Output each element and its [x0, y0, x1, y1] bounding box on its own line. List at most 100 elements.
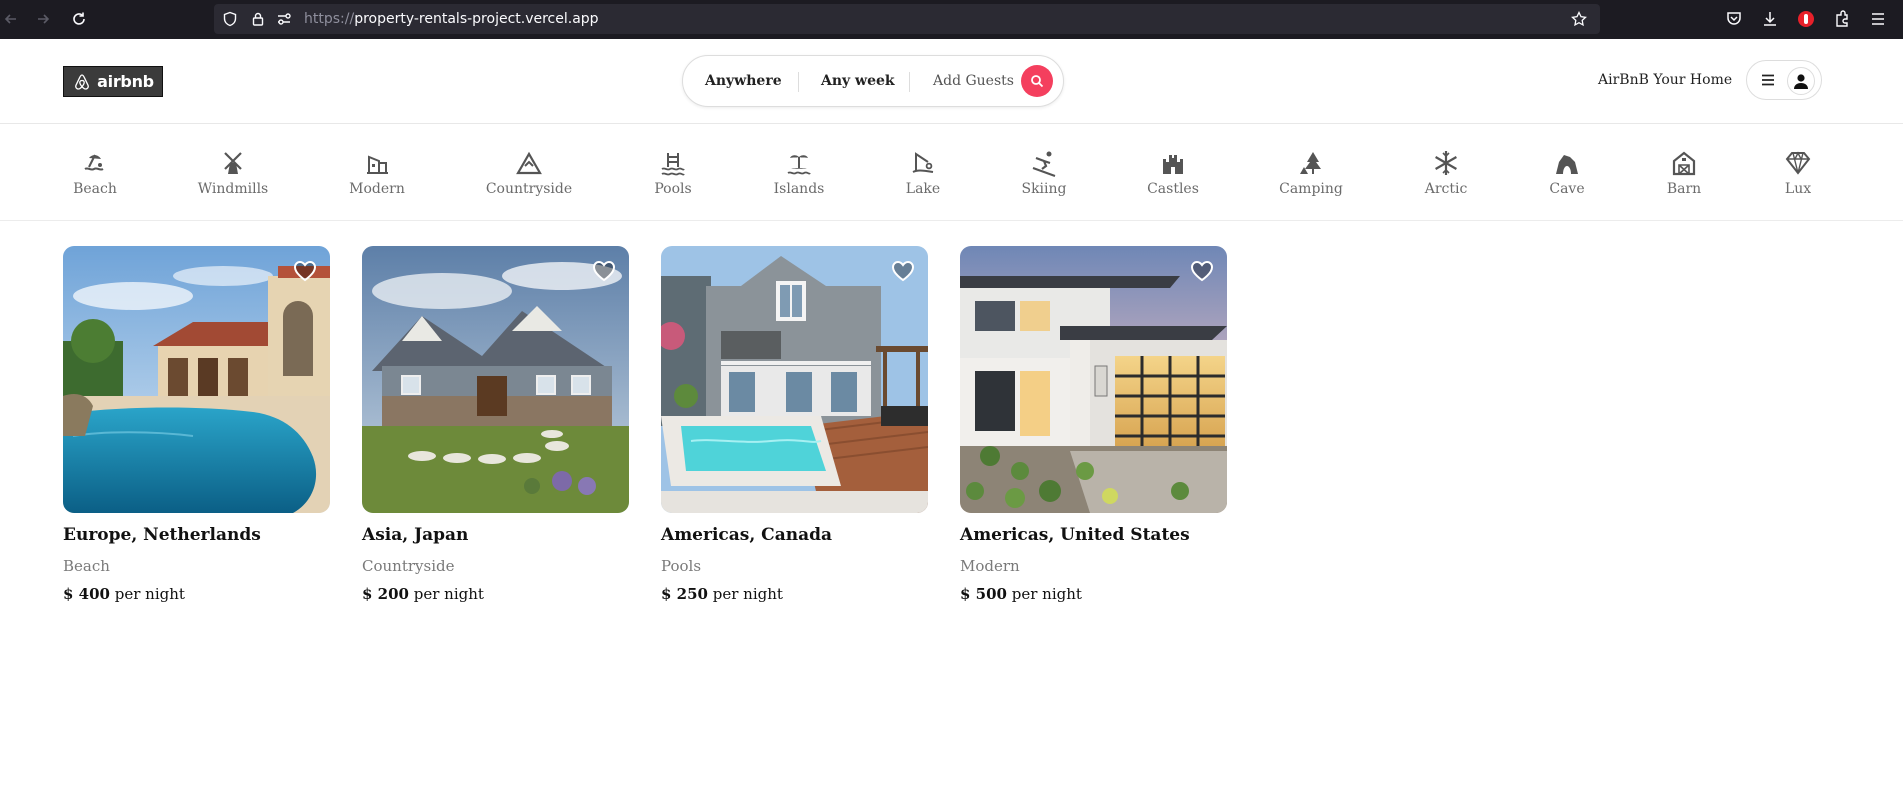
browser-toolbar: https://property-rentals-project.vercel.…: [0, 0, 1903, 39]
host-your-home-link[interactable]: AirBnB Your Home: [1598, 72, 1732, 88]
category-castles[interactable]: Castles: [1118, 149, 1228, 197]
category-label: Skiing: [1021, 181, 1067, 197]
url-text[interactable]: https://property-rentals-project.vercel.…: [304, 11, 599, 27]
airbnb-logo[interactable]: airbnb: [63, 66, 163, 97]
listing-category: Pools: [661, 557, 702, 575]
extension-red-icon[interactable]: [1796, 9, 1816, 29]
castle-icon: [1163, 155, 1183, 174]
search-button[interactable]: [1021, 65, 1053, 97]
category-label: Countryside: [485, 181, 573, 197]
favorite-heart-icon[interactable]: [591, 258, 617, 284]
search-anywhere[interactable]: Anywhere: [705, 73, 782, 89]
category-beach[interactable]: Beach: [40, 149, 150, 197]
category-label: Arctic: [1424, 181, 1468, 197]
listing-photo[interactable]: [661, 246, 928, 513]
listing-price: $ 400 per night: [63, 585, 330, 603]
category-countryside[interactable]: Countryside: [474, 149, 584, 197]
category-pools[interactable]: Pools: [618, 149, 728, 197]
listing-photo[interactable]: [362, 246, 629, 513]
listing-price: $ 500 per night: [960, 585, 1227, 603]
bookmark-star-icon[interactable]: [1571, 11, 1587, 27]
category-label: Castles: [1147, 181, 1199, 197]
price-amount: $ 250: [661, 585, 708, 603]
search-any-week[interactable]: Any week: [821, 73, 895, 89]
app-menu-icon[interactable]: [1868, 9, 1888, 29]
island-icon: [787, 155, 811, 175]
site-header: airbnb Anywhere Any week Add Guests AirB…: [0, 39, 1903, 124]
price-amount: $ 500: [960, 585, 1007, 603]
category-label: Lux: [1784, 181, 1812, 197]
reload-icon[interactable]: [68, 8, 90, 30]
modern-icon: [367, 155, 388, 174]
search-divider: [909, 72, 910, 92]
category-lux[interactable]: Lux: [1743, 149, 1853, 197]
pocket-icon[interactable]: [1724, 9, 1744, 29]
category-windmills[interactable]: Windmills: [178, 149, 288, 197]
forward-icon[interactable]: [32, 8, 54, 30]
villa-pool-photo: [63, 246, 330, 513]
listing-card[interactable]: Europe, Netherlands Beach $ 400 per nigh…: [63, 246, 330, 603]
category-lake[interactable]: Lake: [868, 149, 978, 197]
category-label: Barn: [1666, 181, 1702, 197]
ski-icon: [1032, 151, 1056, 177]
listing-title: Americas, Canada: [661, 525, 833, 545]
favorite-heart-icon[interactable]: [1189, 258, 1215, 284]
price-unit: per night: [114, 585, 185, 603]
listing-category: Countryside: [362, 557, 455, 575]
airbnb-mark-icon: [75, 73, 90, 90]
price-unit: per night: [1011, 585, 1082, 603]
extensions-icon[interactable]: [1832, 9, 1852, 29]
category-label: Beach: [73, 181, 117, 197]
beach-icon: [84, 154, 104, 171]
permissions-icon[interactable]: [276, 11, 292, 27]
cave-icon: [1556, 155, 1578, 174]
url-bar[interactable]: https://property-rentals-project.vercel.…: [214, 4, 1600, 34]
category-label: Islands: [773, 181, 825, 197]
category-label: Lake: [905, 181, 941, 197]
lock-icon[interactable]: [250, 11, 266, 27]
download-icon[interactable]: [1760, 9, 1780, 29]
url-prefix: https://: [304, 11, 355, 27]
listing-card[interactable]: Asia, Japan Countryside $ 200 per night: [362, 246, 629, 603]
back-icon[interactable]: [0, 8, 22, 30]
avatar: [1787, 67, 1815, 95]
lake-icon: [912, 152, 934, 173]
category-skiing[interactable]: Skiing: [989, 149, 1099, 197]
search-bar[interactable]: Anywhere Any week Add Guests: [682, 55, 1064, 107]
tree-icon: [1300, 152, 1321, 174]
listing-title: Americas, United States: [960, 525, 1190, 545]
barn-icon: [1672, 151, 1696, 176]
category-camping[interactable]: Camping: [1256, 149, 1366, 197]
listing-photo[interactable]: [960, 246, 1227, 513]
listing-title: Asia, Japan: [362, 525, 469, 545]
listing-card[interactable]: Americas, United States Modern $ 500 per…: [960, 246, 1227, 603]
listing-photo[interactable]: [63, 246, 330, 513]
category-arctic[interactable]: Arctic: [1391, 149, 1501, 197]
price-amount: $ 400: [63, 585, 110, 603]
favorite-heart-icon[interactable]: [292, 258, 318, 284]
windmill-icon: [224, 152, 242, 174]
price-unit: per night: [413, 585, 484, 603]
listing-card[interactable]: Americas, Canada Pools $ 250 per night: [661, 246, 928, 603]
category-bar: Beach Windmills Modern Countryside Pools…: [0, 125, 1903, 221]
category-barn[interactable]: Barn: [1629, 149, 1739, 197]
category-modern[interactable]: Modern: [322, 149, 432, 197]
user-menu-button[interactable]: [1746, 60, 1822, 100]
logo-text: airbnb: [97, 72, 154, 91]
category-label: Modern: [349, 181, 405, 197]
price-unit: per night: [712, 585, 783, 603]
pool-icon: [661, 153, 685, 176]
listing-category: Beach: [63, 557, 110, 575]
favorite-heart-icon[interactable]: [890, 258, 916, 284]
category-cave[interactable]: Cave: [1512, 149, 1622, 197]
shield-icon[interactable]: [222, 11, 238, 27]
category-islands[interactable]: Islands: [744, 149, 854, 197]
listing-title: Europe, Netherlands: [63, 525, 261, 545]
search-add-guests[interactable]: Add Guests: [933, 73, 1014, 89]
modern-house-photo: [960, 246, 1227, 513]
listing-price: $ 200 per night: [362, 585, 629, 603]
snowflake-icon: [1435, 151, 1457, 175]
category-label: Cave: [1549, 181, 1585, 197]
pool-house-photo: [661, 246, 928, 513]
mountain-icon: [516, 151, 542, 175]
